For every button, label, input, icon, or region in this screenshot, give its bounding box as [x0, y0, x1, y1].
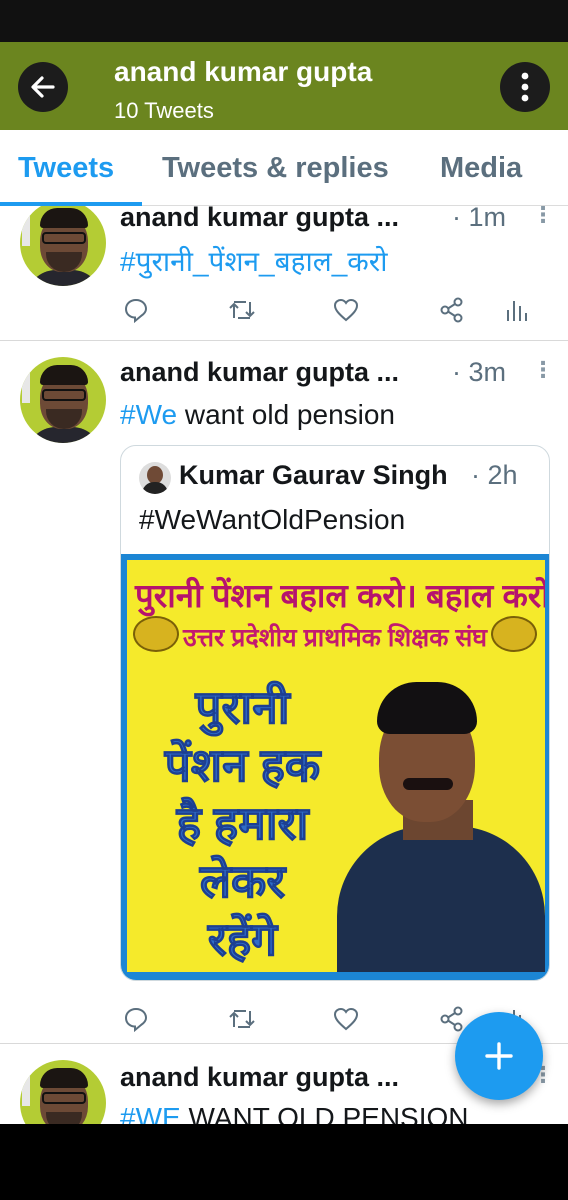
emblem-icon — [491, 616, 537, 652]
more-options-button[interactable] — [500, 62, 550, 112]
person-photo — [327, 676, 545, 972]
hashtag-link[interactable]: #We — [120, 399, 177, 430]
like-button[interactable] — [328, 1001, 364, 1037]
plus-icon — [485, 1042, 513, 1070]
reply-button[interactable] — [118, 1001, 154, 1037]
tweet-author[interactable]: anand kumar gupta ... — [120, 206, 399, 233]
heart-icon — [333, 298, 359, 322]
tweet-author[interactable]: anand kumar gupta ... — [120, 1062, 399, 1093]
tweet-item[interactable]: anand kumar gupta ... · 1m ⋮ #पुरानी_पें… — [0, 206, 568, 340]
status-bar — [0, 0, 568, 42]
tweet-time: · 3m — [452, 357, 506, 387]
avatar[interactable] — [20, 357, 106, 443]
tab-tweets[interactable]: Tweets — [18, 152, 114, 185]
analytics-button[interactable] — [498, 292, 534, 328]
timeline[interactable]: anand kumar gupta ... · 1m ⋮ #पुरानी_पें… — [0, 206, 568, 1124]
quoted-avatar[interactable] — [139, 462, 171, 494]
profile-name: anand kumar gupta — [114, 56, 373, 87]
avatar[interactable] — [20, 206, 106, 286]
tweet-actions — [120, 292, 530, 328]
like-button[interactable] — [328, 292, 364, 328]
retweet-icon — [229, 1010, 255, 1028]
emblem-icon — [133, 616, 179, 652]
quoted-time: · 2h — [471, 460, 518, 490]
quoted-author[interactable]: Kumar Gaurav Singh — [179, 460, 448, 491]
analytics-icon — [507, 301, 527, 321]
reply-button[interactable] — [118, 292, 154, 328]
retweet-icon — [229, 301, 255, 319]
poster-headline: पुरानी पेंशन बहाल करो। बहाल करो। — [135, 577, 545, 614]
share-icon — [440, 1006, 463, 1032]
tweet-menu-icon[interactable]: ⋮ — [532, 206, 554, 228]
tweet-text: #WE WANT OLD PENSION — [120, 1102, 469, 1124]
poster-org-name: उत्तर प्रदेशीय प्राथमिक शिक्षक संघ — [183, 624, 488, 652]
more-vertical-icon — [521, 72, 529, 102]
hashtag-link[interactable]: #WE — [120, 1102, 181, 1124]
profile-header: anand kumar gupta 10 Tweets — [0, 42, 568, 130]
avatar[interactable] — [20, 1060, 106, 1124]
retweet-button[interactable] — [224, 1001, 260, 1037]
reply-icon — [124, 298, 148, 323]
poster-slogan: पुरानी पेंशन हक है हमारा लेकर रहेंगे — [164, 681, 321, 966]
retweet-button[interactable] — [224, 292, 260, 328]
system-navigation-bar — [0, 1124, 568, 1200]
back-button[interactable] — [18, 62, 68, 112]
tweet-text: #We want old pension — [120, 399, 396, 430]
quoted-text: #WeWantOldPension — [139, 504, 406, 535]
tweet-text: #पुरानी_पेंशन_बहाल_करो — [120, 242, 387, 280]
hashtag-link[interactable]: #पुरानी_पेंशन_बहाल_करो — [120, 246, 387, 277]
quoted-tweet[interactable]: Kumar Gaurav Singh · 2h #WeWantOldPensio… — [120, 445, 550, 981]
quoted-media-image[interactable]: पुरानी पेंशन बहाल करो। बहाल करो। उत्तर प… — [121, 554, 549, 980]
reply-icon — [124, 1007, 148, 1032]
compose-tweet-button[interactable] — [455, 1012, 543, 1100]
tweet-item[interactable]: anand kumar gupta ... · 3m ⋮ #We want ol… — [0, 341, 568, 1043]
tab-media[interactable]: Media — [440, 152, 522, 185]
heart-icon — [333, 1007, 359, 1031]
tweet-author[interactable]: anand kumar gupta ... — [120, 357, 399, 388]
tweet-count: 10 Tweets — [114, 98, 214, 123]
tweet-time: · 1m — [452, 206, 506, 232]
tab-tweets-replies[interactable]: Tweets & replies — [162, 152, 389, 185]
share-icon — [440, 297, 463, 323]
tweet-menu-icon[interactable]: ⋮ — [532, 357, 554, 383]
profile-tabs: Tweets Tweets & replies Media — [0, 130, 568, 206]
arrow-left-icon — [31, 76, 55, 98]
share-button[interactable] — [434, 292, 470, 328]
